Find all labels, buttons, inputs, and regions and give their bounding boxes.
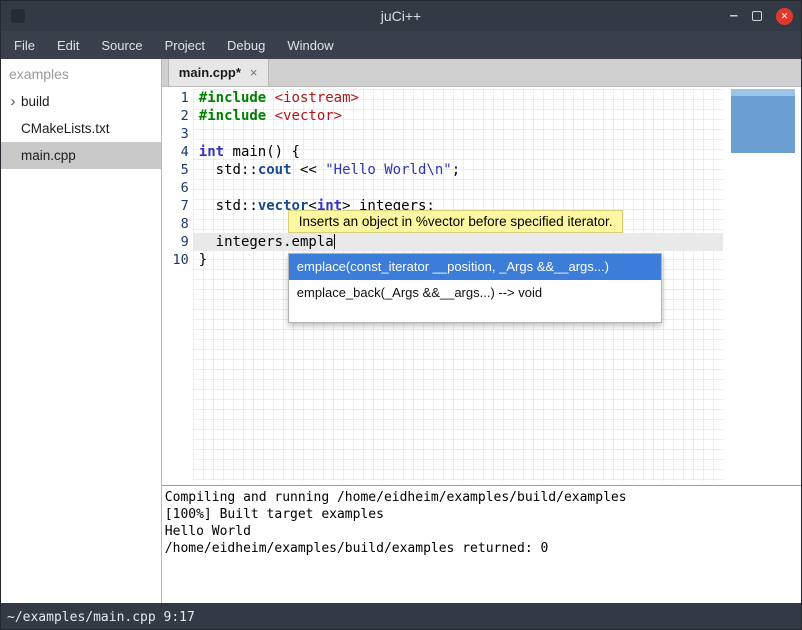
- statusbar: ~/examples/main.cpp 9:17: [1, 603, 801, 630]
- menubar: FileEditSourceProjectDebugWindow: [1, 31, 801, 59]
- sidebar-item-build[interactable]: ›build: [1, 88, 161, 115]
- line-number: 3: [162, 125, 193, 143]
- sidebar-item-cmakelists-txt[interactable]: CMakeLists.txt: [1, 115, 161, 142]
- code-line-9[interactable]: 9 integers.empla: [162, 233, 801, 251]
- code-text: [193, 215, 199, 233]
- line-number: 5: [162, 161, 193, 179]
- app-window: juCi++ – ✕ FileEditSourceProjectDebugWin…: [0, 0, 802, 630]
- terminal-line: Hello World: [165, 523, 801, 540]
- statusbar-file-position: ~/examples/main.cpp 9:17: [7, 610, 195, 625]
- code-line-5[interactable]: 5 std::cout << "Hello World\n";: [162, 161, 801, 179]
- code-text: std::cout << "Hello World\n";: [193, 161, 460, 179]
- file-label: CMakeLists.txt: [21, 121, 110, 136]
- window-title: juCi++: [1, 8, 801, 24]
- file-label: build: [21, 94, 50, 109]
- file-label: main.cpp: [21, 148, 76, 163]
- tab-label: main.cpp*: [179, 65, 241, 80]
- line-number: 1: [162, 89, 193, 107]
- autocomplete-item[interactable]: emplace_back(_Args &&__args...) --> void: [289, 280, 661, 306]
- code-lines: 1#include <iostream>2#include <vector>34…: [162, 89, 801, 269]
- window-controls: – ✕: [730, 1, 793, 31]
- text-cursor: [334, 234, 336, 249]
- line-number: 2: [162, 107, 193, 125]
- code-text: [193, 125, 199, 143]
- tab-main-cpp[interactable]: main.cpp* ×: [168, 59, 269, 86]
- code-editor[interactable]: 1#include <iostream>2#include <vector>34…: [162, 87, 801, 485]
- tabbar: main.cpp* ×: [162, 59, 801, 87]
- menu-window[interactable]: Window: [276, 31, 344, 59]
- terminal-line: [100%] Built target examples: [165, 506, 801, 523]
- line-number: 4: [162, 143, 193, 161]
- code-text: integers.empla: [193, 233, 335, 251]
- titlebar: juCi++ – ✕: [1, 1, 801, 31]
- line-number: 10: [162, 251, 193, 269]
- line-number: 7: [162, 197, 193, 215]
- source-map-lines: [731, 89, 795, 96]
- tab-close-icon[interactable]: ×: [250, 65, 258, 80]
- code-text: #include <iostream>: [193, 89, 359, 107]
- terminal-line: /home/eidheim/examples/build/examples re…: [165, 540, 801, 557]
- main-area: examples ›build CMakeLists.txt main.cpp ma…: [1, 59, 801, 603]
- close-button[interactable]: ✕: [776, 8, 793, 25]
- code-line-6[interactable]: 6: [162, 179, 801, 197]
- file-tree-panel[interactable]: examples ›build CMakeLists.txt main.cpp: [1, 59, 162, 603]
- maximize-button[interactable]: [752, 11, 762, 21]
- code-text: [193, 179, 199, 197]
- code-line-2[interactable]: 2#include <vector>: [162, 107, 801, 125]
- sidebar-item-main-cpp[interactable]: main.cpp: [1, 142, 161, 169]
- menu-project[interactable]: Project: [154, 31, 216, 59]
- code-text: int main() {: [193, 143, 300, 161]
- code-line-4[interactable]: 4int main() {: [162, 143, 801, 161]
- chevron-right-icon[interactable]: ›: [5, 93, 21, 110]
- output-terminal[interactable]: Compiling and running /home/eidheim/exam…: [162, 485, 801, 603]
- autocomplete-item[interactable]: emplace(const_iterator __position, _Args…: [289, 254, 661, 280]
- code-line-1[interactable]: 1#include <iostream>: [162, 89, 801, 107]
- menu-source[interactable]: Source: [90, 31, 153, 59]
- editor-column: main.cpp* × 1#include <iostream>2#includ…: [162, 59, 801, 603]
- code-text: #include <vector>: [193, 107, 342, 125]
- code-line-3[interactable]: 3: [162, 125, 801, 143]
- line-number: 9: [162, 233, 193, 251]
- menu-debug[interactable]: Debug: [216, 31, 276, 59]
- doc-tooltip: Inserts an object in %vector before spec…: [288, 210, 624, 233]
- code-text: }: [193, 251, 207, 269]
- file-tree-header: examples: [1, 59, 161, 88]
- source-map-viewport[interactable]: [731, 96, 795, 153]
- menu-file[interactable]: File: [3, 31, 46, 59]
- minimize-button[interactable]: –: [730, 11, 738, 21]
- file-tree: ›build CMakeLists.txt main.cpp: [1, 88, 161, 169]
- menu-edit[interactable]: Edit: [46, 31, 90, 59]
- terminal-line: Compiling and running /home/eidheim/exam…: [165, 489, 801, 506]
- autocomplete-popup: emplace(const_iterator __position, _Args…: [288, 253, 662, 323]
- line-number: 8: [162, 215, 193, 233]
- source-map[interactable]: [731, 89, 795, 153]
- line-number: 6: [162, 179, 193, 197]
